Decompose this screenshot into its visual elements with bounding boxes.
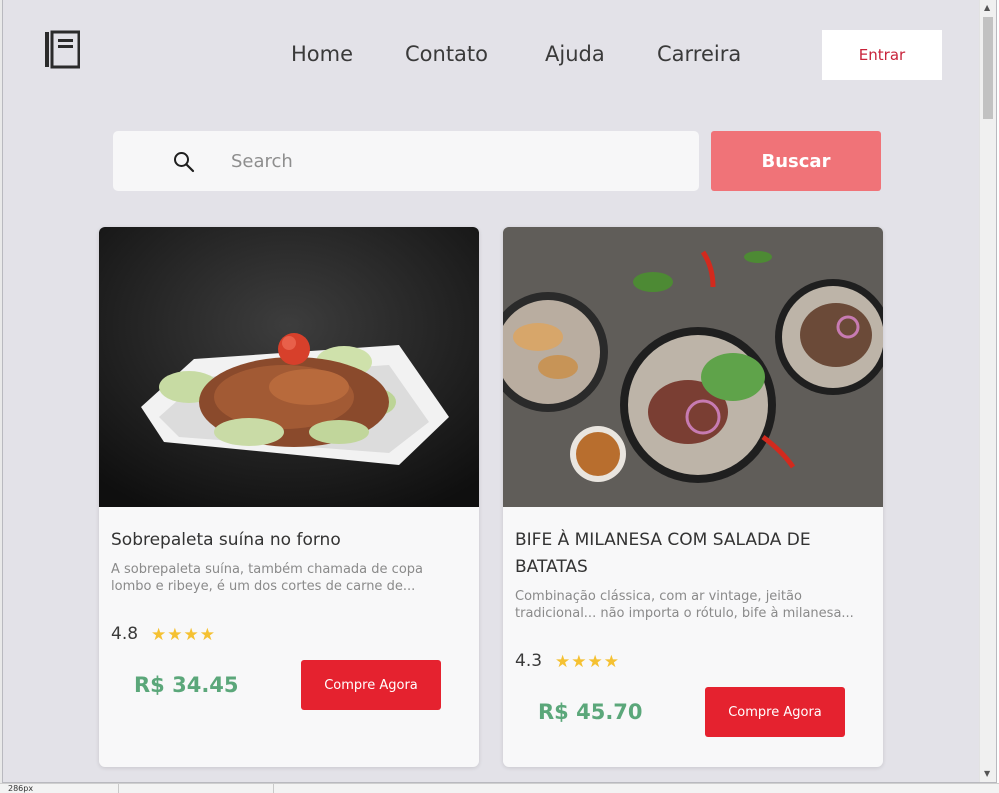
star-icon: ★: [151, 625, 168, 645]
buy-now-button[interactable]: Compre Agora: [301, 660, 441, 710]
status-text: 286px: [8, 784, 34, 793]
product-title[interactable]: Sobrepaleta suína no forno: [111, 527, 467, 554]
scroll-up-icon[interactable]: ▲: [984, 3, 990, 13]
search-icon: [174, 152, 195, 173]
star-icon: ★: [555, 652, 572, 672]
rating-value: 4.3: [515, 651, 543, 671]
nav-ajuda[interactable]: Ajuda: [545, 38, 605, 70]
browser-viewport: Home Contato Ajuda Carreira Entrar Busca…: [2, 0, 997, 783]
product-card: BIFE À MILANESA COM SALADA DE BATATAS Co…: [503, 227, 883, 767]
status-bar: 286px: [0, 783, 999, 793]
product-image[interactable]: [503, 227, 883, 507]
status-divider: [273, 784, 274, 793]
nav-contato[interactable]: Contato: [405, 38, 488, 70]
status-divider: [118, 784, 119, 793]
star-icon: ★: [587, 652, 604, 672]
product-description: A sobrepaleta suína, também chamada de c…: [111, 562, 423, 594]
vertical-scrollbar[interactable]: ▲ ▼: [979, 0, 996, 782]
product-price: R$ 45.70: [538, 700, 643, 724]
nav-home[interactable]: Home: [291, 38, 353, 70]
search-input[interactable]: [231, 145, 671, 177]
scroll-thumb[interactable]: [983, 17, 993, 119]
star-icon: ★: [603, 652, 620, 672]
search-button[interactable]: Buscar: [711, 131, 881, 191]
buy-now-button[interactable]: Compre Agora: [705, 687, 845, 737]
scroll-down-icon[interactable]: ▼: [984, 769, 990, 779]
rating-stars: ★★★★: [555, 652, 620, 672]
search-bar: [113, 131, 699, 191]
rating-stars: ★★★★: [151, 625, 216, 645]
book-icon[interactable]: [44, 30, 80, 69]
rating-value: 4.8: [111, 624, 139, 644]
star-icon: ★: [199, 625, 216, 645]
login-button[interactable]: Entrar: [822, 30, 942, 80]
star-icon: ★: [167, 625, 184, 645]
nav-carreira[interactable]: Carreira: [657, 38, 741, 70]
product-description: Combinação clássica, com ar vintage, jei…: [515, 589, 854, 621]
product-price: R$ 34.45: [134, 673, 239, 697]
product-card: Sobrepaleta suína no forno A sobrepaleta…: [99, 227, 479, 767]
star-icon: ★: [183, 625, 200, 645]
star-icon: ★: [571, 652, 588, 672]
product-image[interactable]: [99, 227, 479, 507]
product-title[interactable]: BIFE À MILANESA COM SALADA DE BATATAS: [515, 527, 871, 581]
